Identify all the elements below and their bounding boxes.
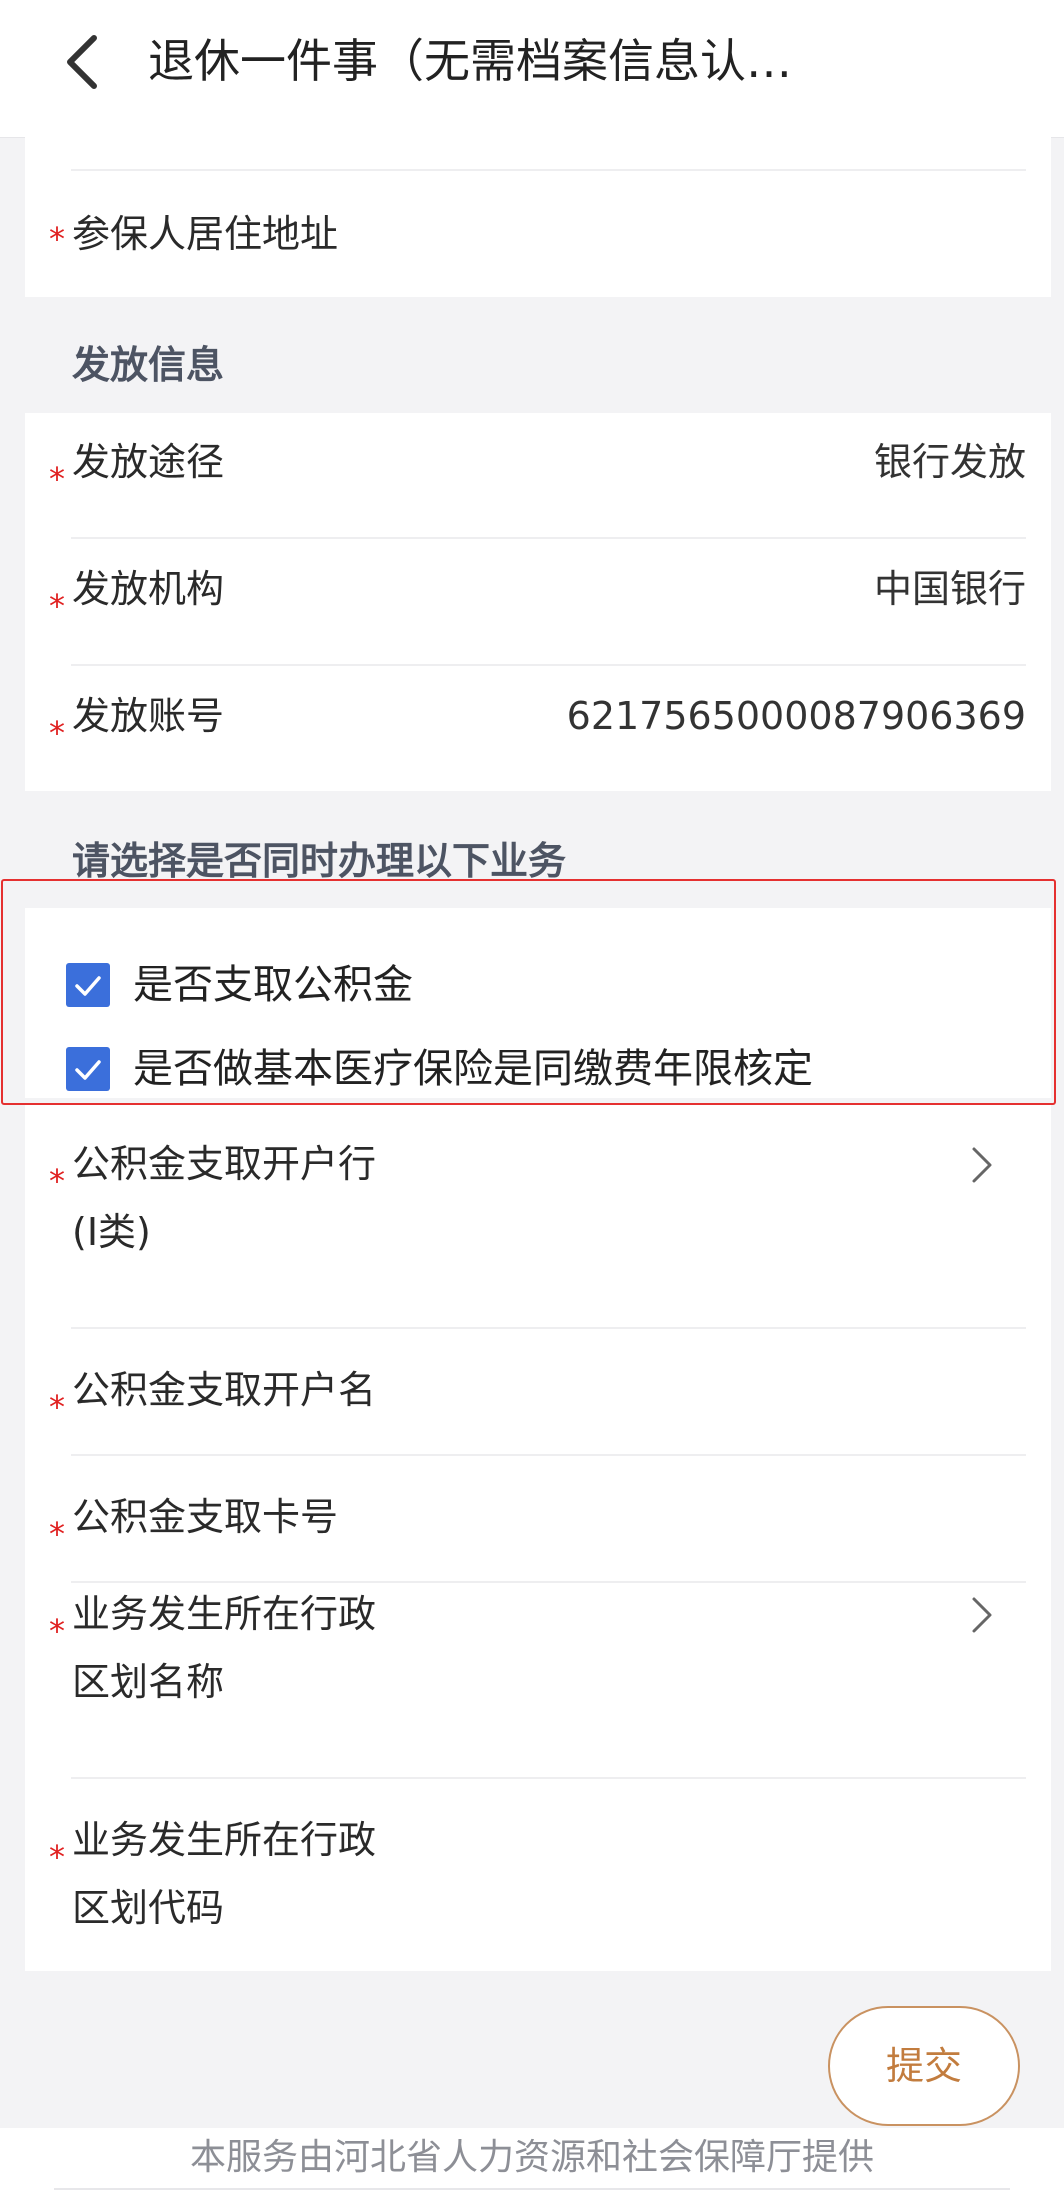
option-medical-insurance[interactable]: 是否做基本医疗保险是同缴费年限核定 <box>25 1036 1051 1106</box>
fund-card: * 公积金支取开户行 (I类) * 公积金支取开户名 * 公积金支取卡号 * 业… <box>25 1105 1051 1971</box>
region-name-sublabel: 区划名称 <box>72 1660 225 1704</box>
fund-account-name-row[interactable]: * 公积金支取开户名 <box>25 1355 1051 1455</box>
back-button[interactable] <box>56 30 116 90</box>
fund-account-name-label: 公积金支取开户名 <box>72 1368 377 1412</box>
payment-institution-label: 发放机构 <box>72 567 225 611</box>
region-code-label: 业务发生所在行政 <box>72 1818 377 1862</box>
divider <box>71 537 1026 539</box>
footer: 本服务由河北省人力资源和社会保障厅提供 <box>0 2128 1064 2190</box>
chevron-left-icon <box>67 35 97 89</box>
checkbox-medical-insurance[interactable] <box>66 1047 110 1091</box>
fund-bank-sublabel: (I类) <box>72 1210 151 1254</box>
chevron-right-icon[interactable] <box>966 1593 996 1637</box>
payment-card: * 发放途径 银行发放 * 发放机构 中国银行 * 发放账号 621756500… <box>25 413 1051 791</box>
region-code-row[interactable]: * 业务发生所在行政 区划代码 <box>25 1805 1051 1955</box>
fund-bank-label: 公积金支取开户行 <box>72 1142 377 1186</box>
divider <box>71 1454 1026 1456</box>
payment-account-row[interactable]: * 发放账号 6217565000087906369 <box>25 681 1051 781</box>
option-medical-insurance-label: 是否做基本医疗保险是同缴费年限核定 <box>133 1046 813 1092</box>
region-name-row[interactable]: * 业务发生所在行政 区划名称 <box>25 1579 1051 1729</box>
payment-account-label: 发放账号 <box>72 694 225 738</box>
payment-section-title: 发放信息 <box>72 343 225 387</box>
extra-section-title: 请选择是否同时办理以下业务 <box>72 839 567 883</box>
region-name-label: 业务发生所在行政 <box>72 1592 377 1636</box>
checkbox-withdraw-fund[interactable] <box>66 963 110 1007</box>
payment-institution-row[interactable]: * 发放机构 中国银行 <box>25 554 1051 654</box>
payment-method-label: 发放途径 <box>72 440 225 484</box>
option-withdraw-fund-label: 是否支取公积金 <box>133 962 413 1008</box>
region-code-sublabel: 区划代码 <box>72 1886 225 1930</box>
payment-institution-value: 中国银行 <box>873 567 1026 611</box>
fund-card-number-row[interactable]: * 公积金支取卡号 <box>25 1482 1051 1582</box>
footer-text: 本服务由河北省人力资源和社会保障厅提供 <box>189 2137 874 2178</box>
required-mark: * <box>49 220 65 258</box>
options-card: 是否支取公积金 是否做基本医疗保险是同缴费年限核定 <box>25 908 1051 1098</box>
payment-account-value: 6217565000087906369 <box>566 694 1026 738</box>
fund-card-number-label: 公积金支取卡号 <box>72 1495 339 1539</box>
address-label: 参保人居住地址 <box>72 212 339 256</box>
checkmark-icon <box>75 976 101 996</box>
chevron-right-icon[interactable] <box>966 1143 996 1187</box>
checkmark-icon <box>75 1060 101 1080</box>
address-row[interactable]: * 参保人居住地址 <box>25 199 1051 309</box>
page-title: 退休一件事（无需档案信息认… <box>148 34 792 88</box>
divider <box>71 1777 1026 1779</box>
divider <box>71 1327 1026 1329</box>
app-header: 退休一件事（无需档案信息认… <box>0 0 1064 138</box>
payment-method-row[interactable]: * 发放途径 银行发放 <box>25 427 1051 527</box>
residence-card: * 参保人居住地址 <box>25 137 1051 297</box>
payment-method-value: 银行发放 <box>873 440 1026 484</box>
fund-bank-row[interactable]: * 公积金支取开户行 (I类) <box>25 1129 1051 1279</box>
divider <box>71 169 1026 171</box>
divider <box>71 664 1026 666</box>
submit-button[interactable]: 提交 <box>828 2006 1020 2126</box>
option-withdraw-fund[interactable]: 是否支取公积金 <box>25 952 1051 1022</box>
